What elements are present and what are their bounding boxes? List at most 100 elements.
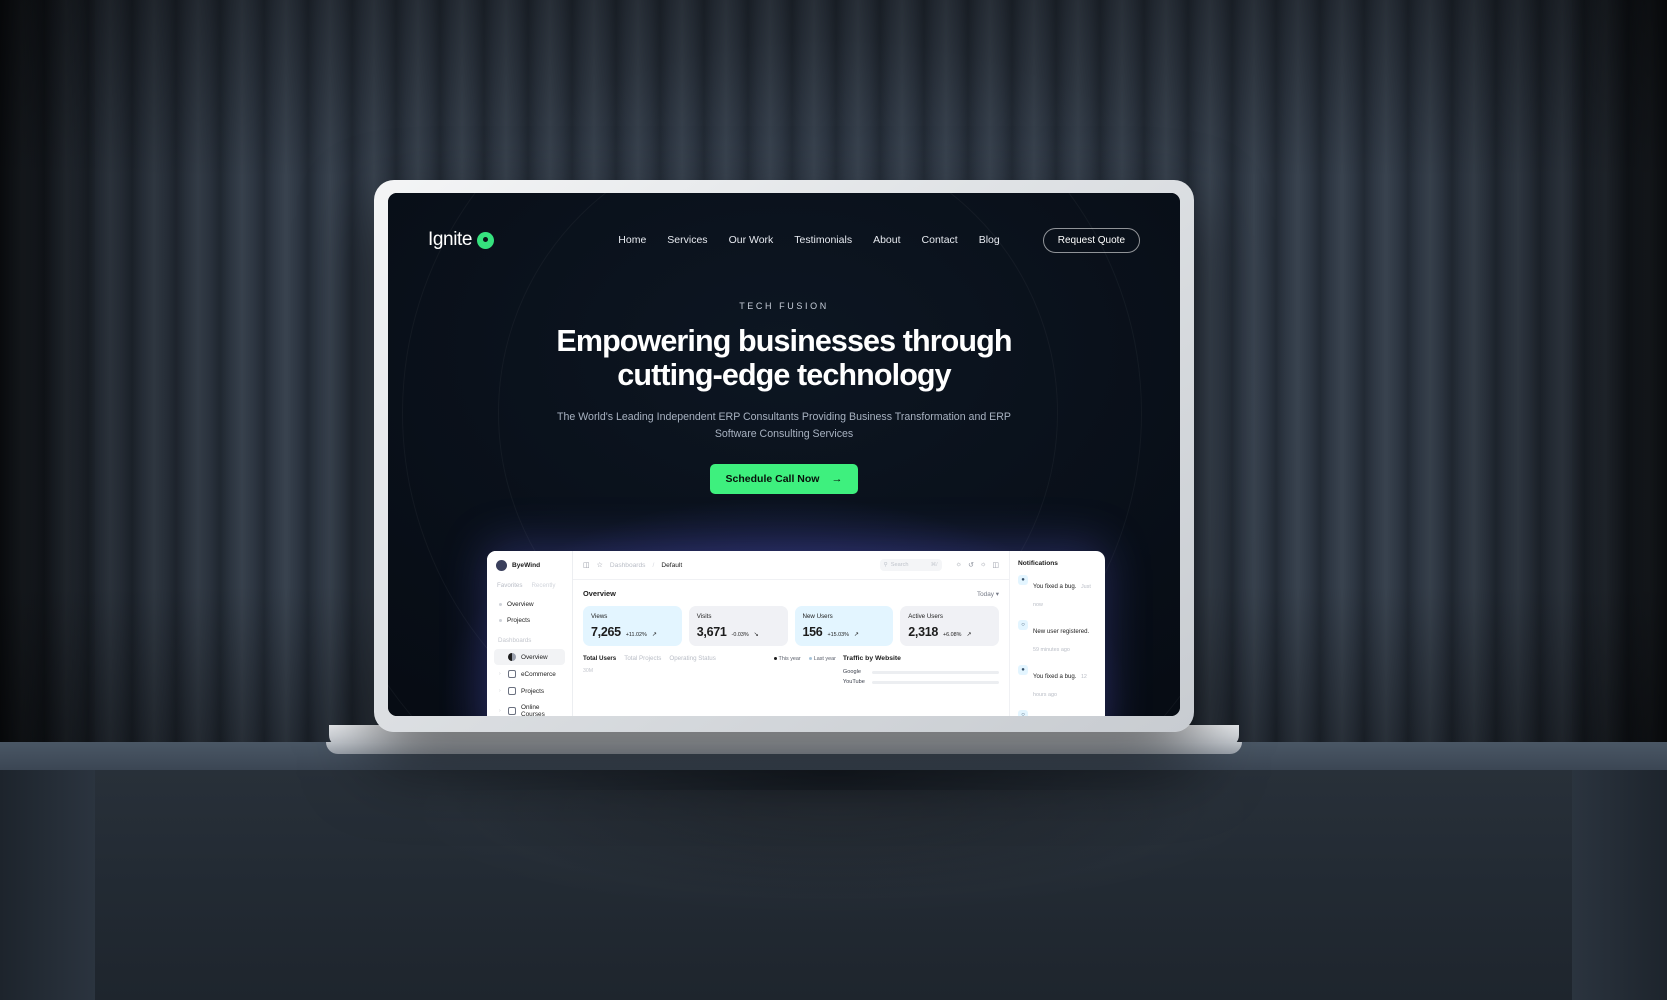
breadcrumb-current: Default: [661, 561, 683, 569]
stat-delta: -0.03%: [731, 632, 749, 638]
arrow-right-icon: →: [831, 472, 843, 485]
notification-text: You fixed a bug.: [1033, 673, 1077, 680]
sidebar-tab-favorites[interactable]: Favorites: [497, 582, 522, 589]
sidebar-item-label: Projects: [507, 617, 531, 624]
star-icon[interactable]: ☆: [597, 561, 603, 569]
nav-item-blog[interactable]: Blog: [979, 234, 1000, 246]
stat-delta: +6.08%: [943, 632, 962, 638]
dashboard-main: ◫ ☆ Dashboards / Default ⚲ Search ⌘/ ☼ ↺…: [573, 551, 1105, 716]
trend-up-icon: ↗: [966, 632, 972, 638]
traffic-panel-title: Traffic by Website: [842, 655, 901, 662]
trend-down-icon: ↘: [753, 632, 759, 638]
bullet-icon: [499, 603, 502, 606]
history-icon[interactable]: ↺: [968, 561, 974, 569]
trend-up-icon: ↗: [651, 632, 657, 638]
traffic-label: Google: [842, 669, 861, 675]
notifications-title: Notifications: [1018, 560, 1058, 567]
folder-icon: [508, 687, 516, 695]
range-label: Today: [976, 590, 994, 598]
location-pin-icon: [477, 231, 495, 249]
breadcrumb-root[interactable]: Dashboards: [610, 562, 646, 569]
floor-glow: [0, 790, 1667, 1000]
sidebar-item-overview-fav[interactable]: Overview: [494, 597, 565, 612]
user-icon: ○: [1018, 710, 1028, 716]
request-quote-button[interactable]: Request Quote: [1042, 227, 1140, 253]
dashboard-content: ◫ ☆ Dashboards / Default ⚲ Search ⌘/ ☼ ↺…: [573, 551, 1009, 716]
dashboard-topbar: ◫ ☆ Dashboards / Default ⚲ Search ⌘/ ☼ ↺…: [573, 551, 1009, 580]
total-users-panel: Total Users Total Projects Operating Sta…: [583, 655, 836, 689]
schedule-call-button[interactable]: Schedule Call Now →: [709, 464, 859, 495]
notification-time: 59 minutes ago: [1033, 647, 1070, 653]
hero-headline-line1: Empowering businesses through: [556, 324, 1012, 358]
legend-label: This year: [778, 655, 801, 662]
chevron-down-icon: ▾: [995, 590, 999, 598]
stat-label: Visits: [696, 613, 712, 620]
screen-bezel: Ignite Home Services Our Work Testimonia…: [388, 193, 1180, 716]
notification-item[interactable]: ○ New user registered. 59 minutes ago: [1018, 620, 1097, 656]
panel-icon[interactable]: ◫: [992, 561, 999, 569]
nav-item-our-work[interactable]: Our Work: [729, 234, 774, 246]
trend-up-icon: ↗: [853, 632, 859, 638]
notification-text: New user registered.: [1033, 628, 1090, 635]
sidebar-item-projects[interactable]: › Projects: [494, 683, 565, 699]
laptop-lid: Ignite Home Services Our Work Testimonia…: [374, 180, 1194, 732]
range-selector[interactable]: Today ▾: [977, 590, 999, 598]
wall-shadow-right: [1572, 0, 1667, 812]
traffic-row: YouTube: [843, 679, 999, 685]
chart-axis-label: 30M: [583, 668, 594, 674]
chevron-right-icon: ›: [499, 671, 501, 677]
legend-this-year: This year: [773, 655, 801, 662]
tab-total-projects[interactable]: Total Projects: [624, 655, 661, 662]
nav-item-services[interactable]: Services: [667, 234, 707, 246]
hero-headline-line2: cutting-edge technology: [617, 358, 951, 393]
stat-label: Views: [591, 613, 608, 620]
search-input[interactable]: ⚲ Search ⌘/: [879, 559, 942, 571]
stat-label: Active Users: [908, 613, 943, 620]
overview-body: Overview Today ▾ Views 7,265 +11.02% ↗ V…: [573, 580, 1009, 698]
search-icon: ⚲: [883, 562, 888, 568]
sidebar-item-label: Overview: [521, 653, 548, 661]
nav-item-testimonials[interactable]: Testimonials: [794, 234, 852, 246]
traffic-by-website-panel: Traffic by Website Google YouTube: [843, 655, 999, 689]
notification-item[interactable]: ● You fixed a bug. Just now: [1018, 575, 1097, 611]
sidebar-item-label: Online Courses: [521, 704, 545, 716]
sun-icon[interactable]: ☼: [956, 561, 962, 569]
sidebar-tabs: Favorites Recently: [494, 582, 565, 589]
stat-delta: +11.02%: [625, 632, 647, 638]
sidebar-item-projects-fav[interactable]: Projects: [494, 613, 565, 628]
nav-item-home[interactable]: Home: [618, 234, 646, 246]
notification-item[interactable]: ○ Andi Lane subscribed to you Today, 11:…: [1018, 710, 1097, 716]
chevron-right-icon: ›: [499, 708, 501, 714]
topbar-icons: ☼ ↺ ☼ ◫: [956, 561, 999, 569]
stat-card-new-users[interactable]: New Users 156 +15.03% ↗: [794, 606, 894, 646]
lower-panels: Total Users Total Projects Operating Sta…: [583, 655, 999, 689]
hero-section: TECH FUSION Empowering businesses throug…: [388, 301, 1180, 495]
nav-item-about[interactable]: About: [873, 234, 900, 246]
traffic-label: YouTube: [842, 679, 865, 685]
notification-item[interactable]: ● You fixed a bug. 12 hours ago: [1018, 665, 1097, 701]
sidebar-item-overview[interactable]: Overview: [494, 649, 565, 665]
hero-headline: Empowering businesses through cutting-ed…: [388, 324, 1180, 392]
legend-dot: [808, 657, 812, 660]
sidebar-toggle-icon[interactable]: ◫: [583, 561, 590, 569]
sidebar-item-online-courses[interactable]: › Online Courses: [494, 700, 565, 716]
brand-logo[interactable]: Ignite: [428, 229, 495, 251]
stat-cards: Views 7,265 +11.02% ↗ Visits 3,671 -0.03…: [583, 606, 999, 646]
notification-text: You fixed a bug.: [1033, 583, 1077, 590]
stat-card-visits[interactable]: Visits 3,671 -0.03% ↘: [688, 606, 788, 646]
traffic-bar-track: [871, 680, 999, 684]
sidebar-user[interactable]: ByeWind: [494, 560, 565, 571]
tab-total-users[interactable]: Total Users: [583, 655, 616, 662]
bell-icon[interactable]: ☼: [980, 561, 986, 569]
sidebar-user-name: ByeWind: [512, 562, 541, 569]
stat-card-views[interactable]: Views 7,265 +11.02% ↗: [583, 606, 682, 646]
stat-card-active-users[interactable]: Active Users 2,318 +6.08% ↗: [900, 606, 999, 646]
sidebar-tab-recently[interactable]: Recently: [531, 582, 555, 589]
laptop-base-lip: [326, 742, 1242, 754]
nav-item-contact[interactable]: Contact: [922, 234, 958, 246]
sidebar-item-ecommerce[interactable]: › eCommerce: [494, 666, 565, 682]
wall-shadow-left: [0, 0, 95, 812]
breadcrumb-separator: /: [652, 561, 655, 569]
tab-operating-status[interactable]: Operating Status: [669, 655, 715, 662]
stat-label: New Users: [802, 613, 833, 620]
